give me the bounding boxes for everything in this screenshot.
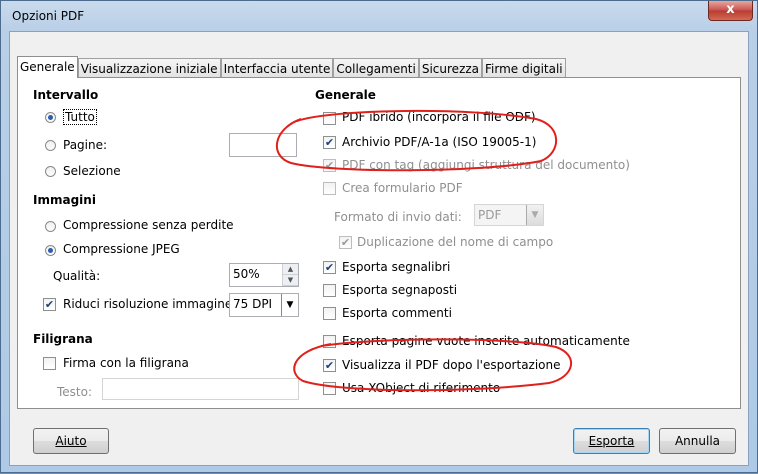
tab-interfaccia-utente[interactable]: Interfaccia utente xyxy=(220,58,334,78)
testo-label: Testo: xyxy=(57,385,93,399)
tab-bar: Generale Visualizzazione iniziale Interf… xyxy=(17,56,566,78)
pdf-options-window: Opzioni PDF x Generale Visualizzazione i… xyxy=(0,0,758,473)
radio-compressione-senza-perdite[interactable] xyxy=(45,221,56,232)
segnalibri-label[interactable]: Esporta segnalibri xyxy=(342,260,450,274)
pdf-ibrido-label[interactable]: PDF ibrido (incorpora il file ODF) xyxy=(342,110,536,124)
dpi-dropdown[interactable]: 75 DPI ▼ xyxy=(229,293,299,317)
intervallo-title: Intervallo xyxy=(33,88,99,102)
crea-form-label[interactable]: Crea formulario PDF xyxy=(342,181,463,195)
radio-lossless-label[interactable]: Compressione senza perdite xyxy=(63,218,234,232)
pdf-tag-checkbox[interactable]: ✔ xyxy=(323,159,336,172)
formato-label: Formato di invio dati: xyxy=(334,210,462,224)
visualizza-checkbox[interactable]: ✔ xyxy=(323,359,336,372)
xobject-checkbox[interactable] xyxy=(323,382,336,395)
tab-visualizzazione-iniziale[interactable]: Visualizzazione iniziale xyxy=(77,58,221,78)
qualita-value: 50% xyxy=(233,267,260,281)
title-bar[interactable]: Opzioni PDF x xyxy=(1,1,758,31)
duplicazione-label[interactable]: Duplicazione del nome di campo xyxy=(357,235,553,249)
tab-sicurezza[interactable]: Sicurezza xyxy=(418,58,483,78)
spin-down-icon[interactable]: ▼ xyxy=(283,275,298,286)
pagine-vuote-checkbox[interactable] xyxy=(323,335,336,348)
qualita-label: Qualità: xyxy=(53,269,101,283)
dpi-value: 75 DPI xyxy=(233,297,273,311)
tab-collegamenti[interactable]: Collegamenti xyxy=(333,58,419,78)
radio-selezione-label[interactable]: Selezione xyxy=(63,164,121,178)
pdf-tag-label[interactable]: PDF con tag (aggiungi struttura del docu… xyxy=(342,158,630,172)
radio-selezione[interactable] xyxy=(45,166,56,177)
chevron-down-icon[interactable]: ▼ xyxy=(526,205,543,225)
annulla-button-label: Annulla xyxy=(674,434,721,448)
radio-pagine-label[interactable]: Pagine: xyxy=(63,138,107,152)
pdf-ibrido-checkbox[interactable] xyxy=(323,112,336,125)
radio-jpeg-label[interactable]: Compressione JPEG xyxy=(63,242,180,256)
segnaposti-label[interactable]: Esporta segnaposti xyxy=(342,283,457,297)
radio-compressione-jpeg[interactable] xyxy=(45,245,56,256)
riduci-label[interactable]: Riduci risoluzione immagine xyxy=(63,297,232,311)
esporta-button[interactable]: Esporta xyxy=(573,428,650,454)
formato-value: PDF xyxy=(478,208,502,222)
archivio-label[interactable]: Archivio PDF/A-1a (ISO 19005-1) xyxy=(342,135,536,149)
filigrana-title: Filigrana xyxy=(33,332,93,346)
segnaposti-checkbox[interactable] xyxy=(323,284,336,297)
pagine-input[interactable] xyxy=(229,133,297,157)
window-title: Opzioni PDF xyxy=(12,9,85,23)
qualita-spin-buttons[interactable]: ▲ ▼ xyxy=(282,264,298,286)
firma-label[interactable]: Firma con la filigrana xyxy=(63,356,189,370)
commenti-checkbox[interactable] xyxy=(323,307,336,320)
chevron-down-icon[interactable]: ▼ xyxy=(281,294,298,316)
tab-firme-digitali[interactable]: Firme digitali xyxy=(482,58,566,78)
qualita-spinbox[interactable]: 50% ▲ ▼ xyxy=(229,263,299,287)
pagine-vuote-label[interactable]: Esporta pagine vuote inserite automatica… xyxy=(342,334,630,348)
xobject-label[interactable]: Usa XObject di riferimento xyxy=(342,381,500,395)
generale-title: Generale xyxy=(315,88,376,102)
crea-form-checkbox[interactable] xyxy=(323,182,336,195)
testo-input[interactable] xyxy=(102,378,299,400)
spin-up-icon[interactable]: ▲ xyxy=(283,264,298,275)
segnalibri-checkbox[interactable]: ✔ xyxy=(323,261,336,274)
formato-dropdown[interactable]: PDF ▼ xyxy=(474,204,544,226)
immagini-title: Immagini xyxy=(33,193,96,207)
radio-tutto-label[interactable]: Tutto xyxy=(63,109,97,125)
radio-tutto[interactable] xyxy=(45,112,56,123)
commenti-label[interactable]: Esporta commenti xyxy=(342,306,452,320)
visualizza-label[interactable]: Visualizza il PDF dopo l'esportazione xyxy=(342,358,561,372)
radio-pagine[interactable] xyxy=(45,140,56,151)
tab-generale[interactable]: Generale xyxy=(17,56,78,78)
esporta-button-label: Esporta xyxy=(588,434,635,448)
firma-checkbox[interactable] xyxy=(43,357,56,370)
aiuto-button[interactable]: Aiuto xyxy=(33,428,109,454)
annulla-button[interactable]: Annulla xyxy=(659,428,736,454)
riduci-checkbox[interactable]: ✔ xyxy=(43,298,56,311)
close-button[interactable]: x xyxy=(708,1,753,21)
duplicazione-checkbox[interactable]: ✔ xyxy=(339,236,352,249)
aiuto-button-label: Aiuto xyxy=(55,434,87,448)
archivio-checkbox[interactable]: ✔ xyxy=(323,136,336,149)
